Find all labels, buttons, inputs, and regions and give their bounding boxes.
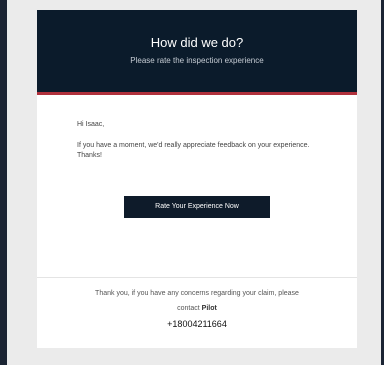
rate-experience-button[interactable]: Rate Your Experience Now (124, 196, 270, 218)
email-card: How did we do? Please rate the inspectio… (37, 10, 357, 348)
message-text: If you have a moment, we'd really apprec… (77, 142, 310, 159)
cta-container: Rate Your Experience Now (77, 196, 317, 218)
email-header: How did we do? Please rate the inspectio… (37, 10, 357, 95)
footer-contact: contact Pilot (37, 304, 357, 314)
email-footer: Thank you, if you have any concerns rega… (37, 289, 357, 331)
contact-name: Pilot (201, 305, 217, 312)
phone-link[interactable]: +18004211664 (167, 318, 227, 330)
left-edge (0, 0, 7, 365)
contact-prefix: contact (177, 305, 200, 312)
greeting-text: Hi Isaac, (77, 121, 105, 128)
email-body: Hi Isaac, If you have a moment, we'd rea… (37, 95, 357, 218)
header-subtitle: Please rate the inspection experience (130, 56, 264, 65)
footer-divider (37, 277, 357, 278)
header-title: How did we do? (150, 35, 244, 50)
footer-text: Thank you, if you have any concerns rega… (95, 290, 299, 297)
